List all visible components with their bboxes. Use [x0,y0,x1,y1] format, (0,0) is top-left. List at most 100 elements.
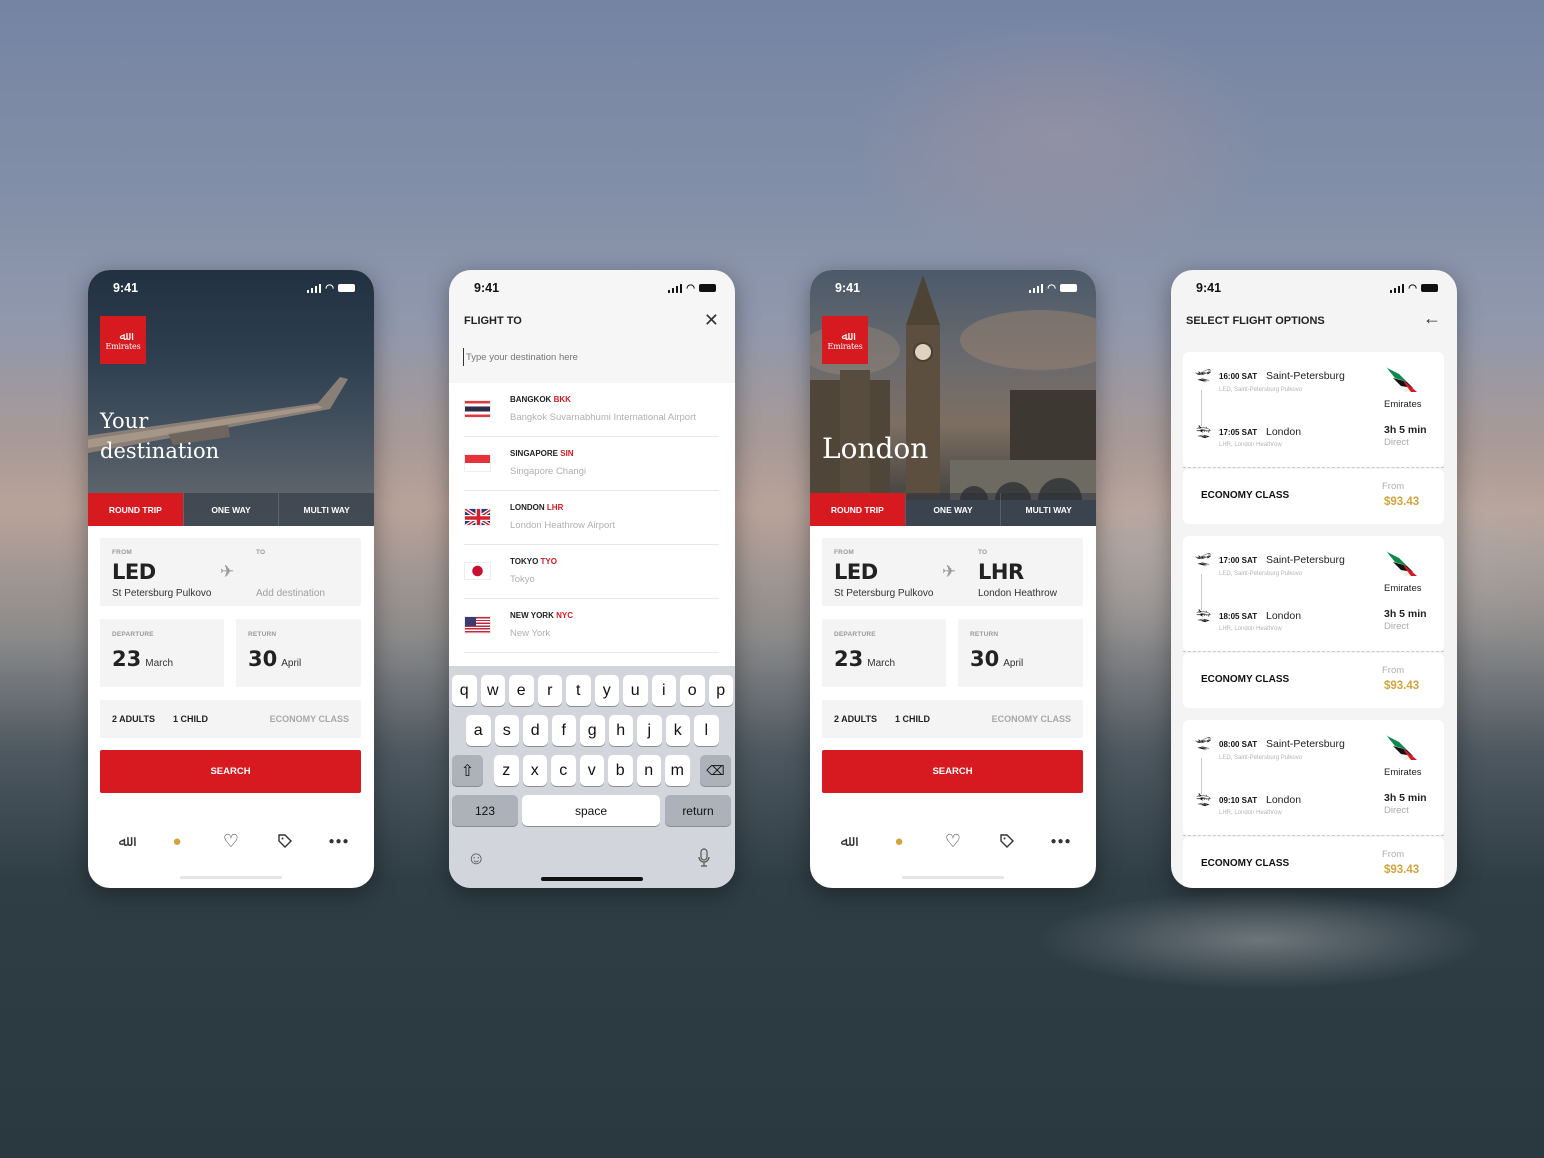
key-q[interactable]: q [452,675,477,706]
flight-option-card[interactable]: 🛫︎ 🛬︎ 16:00 SAT Saint-Petersburg LED, Sa… [1183,352,1444,467]
more-icon[interactable]: ●●● [328,830,350,852]
tab-multi-way[interactable]: MULTI WAY [1000,493,1096,526]
passengers-card[interactable]: 2 ADULTS 1 CHILD ECONOMY CLASS [822,700,1083,738]
key-j[interactable]: j [637,715,662,746]
destination-item-bangkok[interactable]: BANGKOK BKK Bangkok Suvarnabhumi Interna… [464,383,719,437]
key-t[interactable]: t [566,675,591,706]
key-v[interactable]: v [579,755,604,786]
emirates-calligraphy-icon[interactable]: ﷲ [834,830,856,852]
flight-stops: Direct [1384,805,1409,816]
passengers-card[interactable]: 2 ADULTS 1 CHILD ECONOMY CLASS [100,700,361,738]
key-d[interactable]: d [523,715,548,746]
wifi-icon: ◠ [1047,282,1056,294]
cabin-class: ECONOMY CLASS [1201,490,1290,501]
departure-airport: LED, Saint-Petersburg Pulkovo [1219,571,1303,577]
destination-item-new-york[interactable]: NEW YORK NYC New York [464,599,719,653]
tab-one-way[interactable]: ONE WAY [904,493,1001,526]
fare-card[interactable]: ECONOMY CLASS From $93.43 [1183,469,1444,524]
emirates-calligraphy-icon: ﷲ [119,328,127,343]
key-p[interactable]: p [708,675,733,706]
key-b[interactable]: b [608,755,633,786]
phone-london-search-screen: 9:41 ◠ ﷲ Emirates London ROUND TRIP ONE W… [810,270,1096,888]
more-icon[interactable]: ●●● [1050,830,1072,852]
return-key[interactable]: return [665,795,731,826]
close-icon[interactable]: ✕ [704,310,719,331]
thailand-flag-icon [464,400,491,418]
key-x[interactable]: x [522,755,547,786]
key-o[interactable]: o [680,675,705,706]
numbers-key[interactable]: 123 [452,795,518,826]
tab-one-way[interactable]: ONE WAY [182,493,279,526]
departure-time: 17:00 SAT [1219,556,1258,565]
key-k[interactable]: k [665,715,690,746]
key-u[interactable]: u [623,675,648,706]
departure-date-card[interactable]: DEPARTURE 23 March [822,619,946,687]
heart-icon[interactable]: ♡ [942,830,964,852]
globe-icon[interactable]: ● [166,830,188,852]
airplane-icon: ✈ [942,562,957,581]
arrival-time: 09:10 SAT [1219,796,1258,805]
search-button[interactable]: SEARCH [100,750,361,793]
destination-item-singapore[interactable]: SINGAPORE SIN Singapore Changi [464,437,719,491]
destination-search-input[interactable] [463,348,713,366]
heart-icon[interactable]: ♡ [220,830,242,852]
destination-item-tokyo[interactable]: TOKYO TYO Tokyo [464,545,719,599]
key-i[interactable]: i [651,675,676,706]
microphone-icon[interactable] [698,848,710,867]
key-n[interactable]: n [636,755,661,786]
tab-round-trip[interactable]: ROUND TRIP [88,493,183,526]
fare-card[interactable]: ECONOMY CLASS From $93.43 [1183,653,1444,708]
phone-destination-search-screen: 9:41 ◠ FLIGHT TO ✕ BANGKOK BKK Bangkok S… [449,270,735,888]
status-time: 9:41 [113,281,139,295]
fare-card[interactable]: ECONOMY CLASS From $93.43 [1183,837,1444,888]
key-s[interactable]: s [494,715,519,746]
backspace-key[interactable]: ⌫ [700,755,731,786]
tag-icon[interactable] [274,830,296,852]
key-l[interactable]: l [694,715,719,746]
flight-option-card[interactable]: 🛫︎ 🛬︎ 08:00 SAT Saint-Petersburg LED, Sa… [1183,720,1444,835]
shift-key[interactable]: ⇧ [452,755,483,786]
route-card[interactable]: FROM LED St Petersburg Pulkovo ✈ TO Add … [100,538,361,606]
emoji-icon[interactable]: ☺ [467,848,485,869]
destination-item-london[interactable]: LONDON LHR London Heathrow Airport [464,491,719,545]
big-ben-image [810,275,1096,526]
signal-icon [1028,283,1044,293]
emirates-calligraphy-icon[interactable]: ﷲ [112,830,134,852]
to-destination-placeholder[interactable]: Add destination [256,588,325,599]
takeoff-icon: 🛫︎ [1195,368,1212,383]
globe-icon[interactable]: ● [888,830,910,852]
departure-time: 08:00 SAT [1219,740,1258,749]
to-code: LHR [978,560,1024,584]
search-button[interactable]: SEARCH [822,750,1083,793]
space-key[interactable]: space [522,795,660,826]
tab-multi-way[interactable]: MULTI WAY [278,493,374,526]
airplane-icon: ✈ [220,562,235,581]
key-h[interactable]: h [608,715,633,746]
arrival-time: 17:05 SAT [1219,428,1258,437]
key-z[interactable]: z [494,755,519,786]
flight-option-card[interactable]: 🛫︎ 🛬︎ 17:00 SAT Saint-Petersburg LED, Sa… [1183,536,1444,651]
tab-round-trip[interactable]: ROUND TRIP [810,493,905,526]
departure-city: Saint-Petersburg [1266,554,1345,566]
key-a[interactable]: a [466,715,491,746]
landing-icon: 🛬︎ [1195,608,1212,623]
fare-price: $93.43 [1384,680,1420,692]
signal-icon [306,283,322,293]
back-arrow-icon[interactable]: ← [1423,308,1441,329]
landing-icon: 🛬︎ [1195,792,1212,807]
key-c[interactable]: c [551,755,576,786]
status-bar: 9:41 ◠ [88,270,374,306]
tag-icon[interactable] [996,830,1018,852]
page-title: SELECT FLIGHT OPTIONS [1186,315,1325,327]
route-card[interactable]: FROM LED St Petersburg Pulkovo ✈ TO LHR … [822,538,1083,606]
key-m[interactable]: m [665,755,690,786]
departure-date-card[interactable]: DEPARTURE 23 March [100,619,224,687]
key-g[interactable]: g [580,715,605,746]
return-date-card[interactable]: RETURN 30 April [958,619,1083,687]
key-y[interactable]: y [594,675,619,706]
key-r[interactable]: r [537,675,562,706]
key-w[interactable]: w [480,675,505,706]
key-f[interactable]: f [551,715,576,746]
return-date-card[interactable]: RETURN 30 April [236,619,361,687]
key-e[interactable]: e [509,675,534,706]
